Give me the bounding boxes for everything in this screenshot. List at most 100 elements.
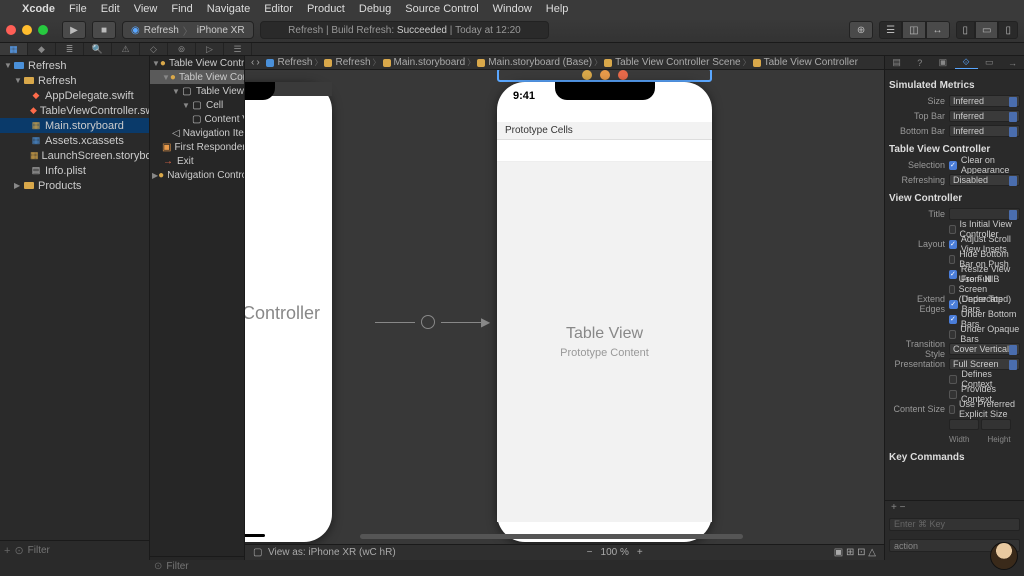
outline-filter-input[interactable] [166,561,298,572]
test-navigator-icon[interactable]: ◇ [140,43,168,55]
library-button[interactable]: ⊕ [849,21,873,39]
title-field[interactable] [949,208,1020,220]
view-as-label[interactable]: View as: iPhone XR (wC hR) [268,547,396,558]
explicit-size-checkbox[interactable]: Use Preferred Explicit Size [949,399,1020,419]
file-tableviewcontroller[interactable]: ◆TableViewController.swift [0,103,149,118]
connections-inspector-icon[interactable]: → [1001,56,1024,69]
breakpoint-navigator-icon[interactable]: ▷ [196,43,224,55]
debug-navigator-icon[interactable]: ⊚ [168,43,196,55]
outline-cell[interactable]: ▼▢Cell [150,98,244,112]
menu-product[interactable]: Product [307,3,345,15]
menu-view[interactable]: View [134,3,158,15]
menu-find[interactable]: Find [171,3,192,15]
pin-icon[interactable]: ⊡ [857,547,865,558]
menu-help[interactable]: Help [546,3,569,15]
width-field[interactable] [949,419,979,430]
close-window-icon[interactable] [6,25,16,35]
menu-editor[interactable]: Editor [264,3,293,15]
zoom-window-icon[interactable] [38,25,48,35]
file-main-storyboard[interactable]: ▦Main.storyboard [0,118,149,133]
scheme-selector[interactable]: ◉ Refresh 〉 iPhone XR [122,21,254,39]
vc-chip-icon[interactable] [582,70,592,80]
under-opaque-checkbox[interactable]: Under Opaque Bars [949,324,1020,344]
file-inspector-icon[interactable]: ▤ [885,56,908,69]
assistant-editor-icon[interactable]: ◫ [902,21,925,39]
menu-edit[interactable]: Edit [101,3,120,15]
keycmd-key-field[interactable]: Enter ⌘ Key [889,518,1020,531]
group-refresh[interactable]: ▼Refresh [0,73,149,88]
source-control-navigator-icon[interactable]: ◆ [28,43,56,55]
outline-navitem[interactable]: ◁Navigation Item [150,126,244,140]
standard-editor-icon[interactable]: ☰ [879,21,902,39]
stop-button[interactable]: ■ [92,21,116,39]
file-appdelegate[interactable]: ◆AppDelegate.swift [0,88,149,103]
editor-mode-segmented[interactable]: ☰ ◫ ↔ [879,21,949,39]
app-menu[interactable]: Xcode [22,3,55,15]
menu-file[interactable]: File [69,3,87,15]
prototype-cell[interactable] [497,140,712,162]
attributes-inspector-icon[interactable]: ⟐ [955,56,978,69]
align-icon[interactable]: ⊞ [846,547,854,558]
scene-selection-bar[interactable] [497,70,712,82]
table-view-controller-scene[interactable]: 9:41 Prototype Cells Table View Prototyp… [497,82,712,542]
find-navigator-icon[interactable]: 🔍 [84,43,112,55]
zoom-out-icon[interactable]: − [587,547,593,558]
report-navigator-icon[interactable]: ☰ [224,43,252,55]
bottom-panel-icon[interactable]: ▭ [975,21,998,39]
menu-window[interactable]: Window [493,3,532,15]
ib-canvas[interactable]: igation Controller ation Controller ▶ 9:… [245,70,884,544]
add-keycmd-icon[interactable]: + [891,502,897,513]
clear-on-appearance-checkbox[interactable]: ✓Clear on Appearance [949,155,1020,175]
run-button[interactable]: ▶ [62,21,86,39]
presentation-popup[interactable]: Full Screen [949,358,1020,370]
topbar-popup[interactable]: Inferred [949,110,1020,122]
jump-bar[interactable]: ‹ › Refresh〉 Refresh〉 Main.storyboard〉 M… [245,56,884,70]
outline-scene[interactable]: ▼●Table View Controller... [150,56,244,70]
zoom-in-icon[interactable]: + [637,547,643,558]
identity-inspector-icon[interactable]: ▣ [931,56,954,69]
outline-tvc[interactable]: ▼●Table View Controller [150,70,244,84]
refreshing-popup[interactable]: Disabled [949,174,1020,186]
outline-tableview[interactable]: ▼▢Table View [150,84,244,98]
canvas-scrollbar[interactable] [245,534,884,540]
embed-icon[interactable]: ▣ [834,547,843,558]
symbol-navigator-icon[interactable]: ≣ [56,43,84,55]
resolve-icon[interactable]: △ [868,547,876,558]
project-navigator-icon[interactable]: ▦ [0,43,28,55]
menu-navigate[interactable]: Navigate [207,3,250,15]
version-editor-icon[interactable]: ↔ [926,21,950,39]
panel-toggle-segmented[interactable]: ▯ ▭ ▯ [956,21,1018,39]
height-field[interactable] [981,419,1011,430]
navigation-controller-scene[interactable]: igation Controller ation Controller [245,82,332,542]
file-launchscreen[interactable]: ▦LaunchScreen.storyboard [0,148,149,163]
segue-arrow[interactable]: ▶ [375,315,490,329]
left-panel-icon[interactable]: ▯ [956,21,976,39]
menu-source-control[interactable]: Source Control [405,3,478,15]
outline-exit[interactable]: →Exit [150,154,244,168]
outline-contentview[interactable]: ▢Content Vi... [150,112,244,126]
outline-first-responder[interactable]: ▣First Responder [150,140,244,154]
size-inspector-icon[interactable]: ▭ [978,56,1001,69]
remove-keycmd-icon[interactable]: − [900,502,906,513]
project-root[interactable]: ▼Refresh [0,58,149,73]
outline-toggle-icon[interactable]: ▢ [253,547,262,558]
right-panel-icon[interactable]: ▯ [998,21,1018,39]
group-products[interactable]: ▶Products [0,178,149,193]
zoom-level[interactable]: 100 % [601,547,629,558]
file-assets[interactable]: ▦Assets.xcassets [0,133,149,148]
filter-input[interactable] [28,545,160,556]
first-responder-chip-icon[interactable] [600,70,610,80]
back-icon[interactable]: ‹ [251,57,254,68]
minimize-window-icon[interactable] [22,25,32,35]
add-icon[interactable]: + [4,545,10,557]
file-info-plist[interactable]: ▤Info.plist [0,163,149,178]
exit-chip-icon[interactable] [618,70,628,80]
issue-navigator-icon[interactable]: ⚠ [112,43,140,55]
transition-popup[interactable]: Cover Vertical [949,343,1020,355]
help-inspector-icon[interactable]: ? [908,56,931,69]
menu-debug[interactable]: Debug [359,3,391,15]
outline-nav-scene[interactable]: ▶●Navigation Controller... [150,168,244,182]
bottombar-popup[interactable]: Inferred [949,125,1020,137]
forward-icon[interactable]: › [256,57,259,68]
size-popup[interactable]: Inferred [949,95,1020,107]
